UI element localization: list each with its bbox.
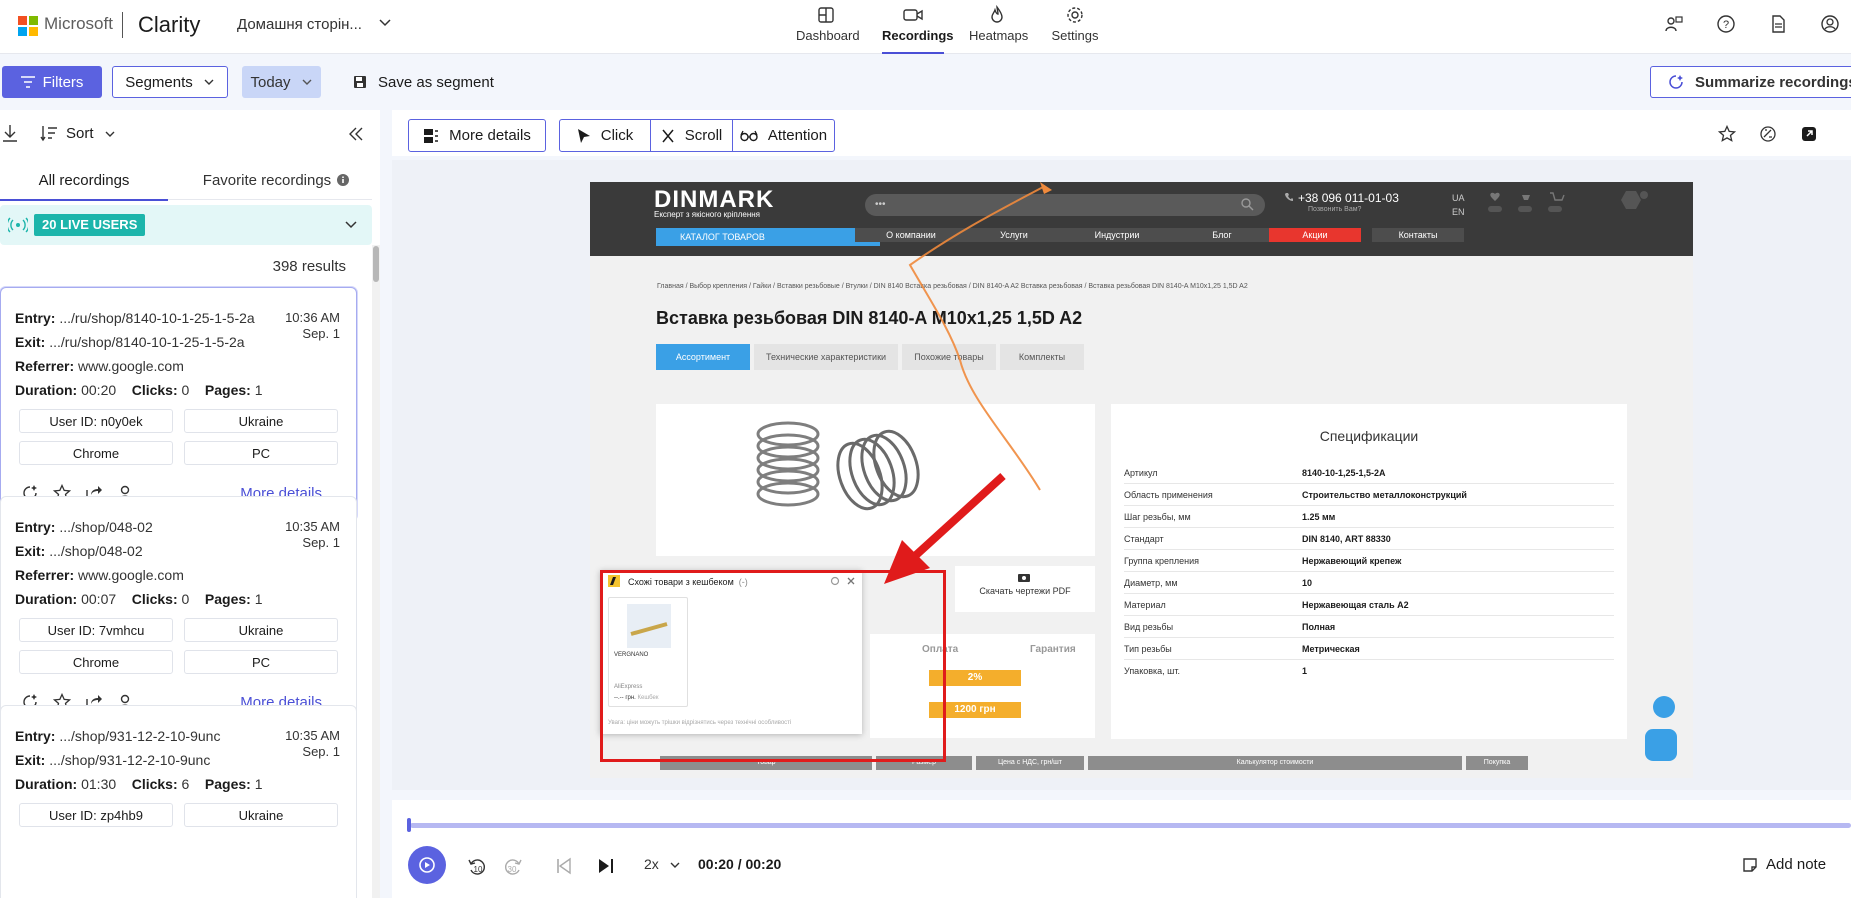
- chevron-down-icon: [670, 862, 680, 869]
- note-icon: [1743, 857, 1757, 872]
- mouse-trail: [908, 185, 1046, 491]
- annotation-arrow: [912, 473, 1006, 559]
- add-note-button[interactable]: Add note: [1742, 856, 1826, 873]
- previous-icon[interactable]: [554, 856, 574, 876]
- replay-icon: [419, 857, 435, 873]
- timeline-knob[interactable]: [407, 818, 411, 832]
- timecode: 00:20 / 00:20: [698, 856, 782, 872]
- highlight-frame: [600, 570, 946, 762]
- speed-selector[interactable]: 2x: [644, 856, 681, 872]
- forward-30-icon[interactable]: 30: [502, 856, 524, 878]
- play-button[interactable]: [408, 846, 446, 884]
- next-icon[interactable]: [596, 856, 616, 876]
- rewind-10-icon[interactable]: 10: [466, 856, 488, 878]
- timeline-progress[interactable]: [410, 823, 1851, 828]
- replay-overlay: [884, 182, 1052, 584]
- svg-text:10: 10: [474, 865, 483, 874]
- svg-text:30: 30: [508, 865, 517, 874]
- playback-controls: 10 30 2x 00:20 / 00:20 Add note: [392, 800, 1851, 898]
